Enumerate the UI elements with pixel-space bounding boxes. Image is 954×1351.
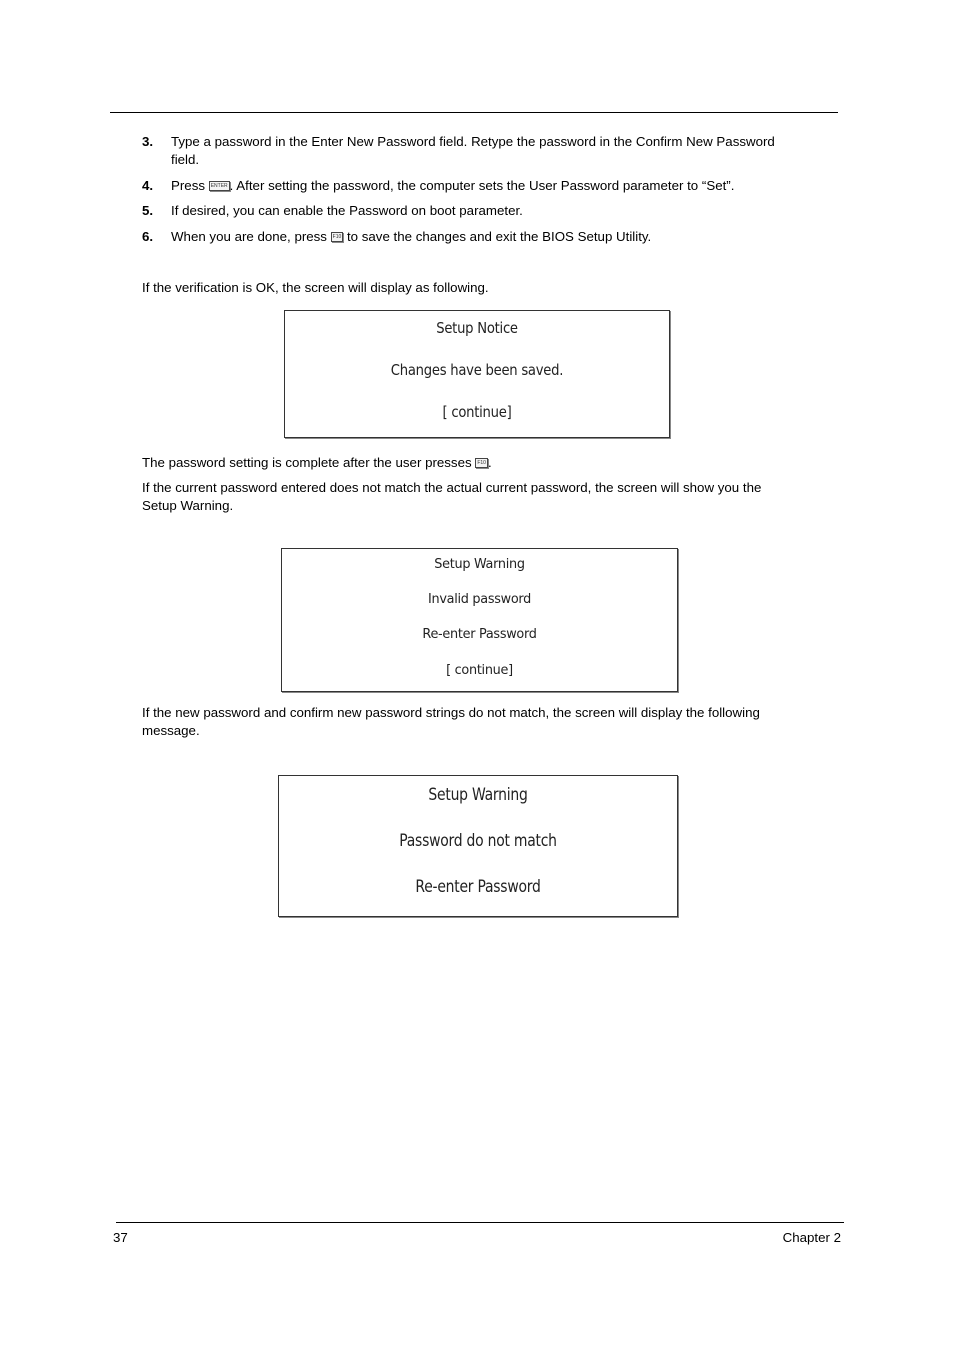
continue-button[interactable]: [ continue] <box>314 403 640 421</box>
dialog-message: Invalid password <box>427 591 532 607</box>
enter-key-icon: ENTER <box>208 181 230 192</box>
step-text: When you are done, press F10 to save the… <box>171 229 652 244</box>
continue-button[interactable]: [ continue] <box>292 662 667 678</box>
dialog-message: Changes have been saved. <box>390 361 564 379</box>
step-text: If desired, you can enable the Password … <box>171 203 523 218</box>
dialog-message: Password do not match <box>399 831 557 851</box>
dialog-message-2: Re-enter Password <box>422 626 537 642</box>
dialog-title: Setup Warning <box>428 785 528 805</box>
mismatch-current-paragraph: If the current password entered does not… <box>142 480 762 513</box>
step-number: 3. <box>142 134 154 149</box>
header-rule <box>110 112 838 113</box>
mismatch-new-paragraph: If the new password and confirm new pass… <box>142 705 760 738</box>
step-number: 4. <box>142 178 154 193</box>
dialog-title: Setup Warning <box>434 556 525 572</box>
setup-warning-invalid-dialog: Setup Warning Invalid password Re-enter … <box>281 548 678 692</box>
step-number: 6. <box>142 229 154 244</box>
setup-warning-nomatch-dialog: Setup Warning Password do not match Re-e… <box>278 775 678 917</box>
verification-paragraph: If the verification is OK, the screen wi… <box>142 280 489 295</box>
dialog-title: Setup Notice <box>436 319 518 337</box>
page-number: 37 <box>113 1230 128 1245</box>
f10-key-icon: F10 <box>475 458 488 469</box>
step-text: Type a password in the Enter New Passwor… <box>171 134 775 167</box>
complete-paragraph: The password setting is complete after t… <box>142 455 492 470</box>
step-text: Press ENTER. After setting the password,… <box>171 178 735 193</box>
footer-rule <box>116 1222 844 1223</box>
setup-notice-dialog: Setup Notice Changes have been saved. [ … <box>284 310 670 438</box>
step-number: 5. <box>142 203 154 218</box>
f10-key-icon: F10 <box>330 232 344 243</box>
chapter-label: Chapter 2 <box>782 1230 841 1245</box>
dialog-message-2: Re-enter Password <box>415 877 541 897</box>
